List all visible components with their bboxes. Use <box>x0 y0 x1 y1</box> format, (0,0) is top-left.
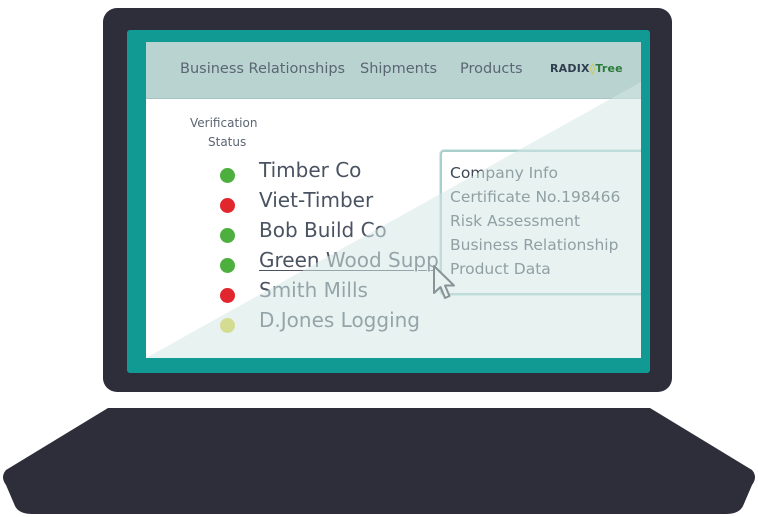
nav-products[interactable]: Products <box>460 61 523 77</box>
verification-status-label: Verification Status <box>190 114 257 152</box>
status-dot-icon <box>220 198 235 213</box>
supplier-name: Bob Build Co <box>259 218 387 242</box>
menu-item-risk-assessment[interactable]: Risk Assessment <box>450 212 580 230</box>
verification-label-line2: Status <box>208 135 247 149</box>
status-dot-icon <box>220 318 235 333</box>
nav-shipments[interactable]: Shipments <box>360 61 437 77</box>
status-dot-icon <box>220 288 235 303</box>
mouse-pointer-icon <box>433 265 455 299</box>
nav-business-relationships[interactable]: Business Relationships <box>180 61 345 77</box>
supplier-context-menu: Company Info Certificate No.198466 Risk … <box>440 150 641 295</box>
status-dot-icon <box>220 228 235 243</box>
supplier-name-link[interactable]: Green Wood Supp <box>259 248 439 272</box>
menu-item-company-info[interactable]: Company Info <box>450 164 558 182</box>
supplier-name: Smith Mills <box>259 278 368 302</box>
supplier-name: Timber Co <box>259 158 362 182</box>
app-screen: Business Relationships Shipments Product… <box>146 42 641 358</box>
logo-text-tree: Tree <box>595 62 623 75</box>
supplier-name: D.Jones Logging <box>259 308 420 332</box>
verification-label-line1: Verification <box>190 116 258 130</box>
supplier-name: Viet-Timber <box>259 188 374 212</box>
menu-item-certificate[interactable]: Certificate No.198466 <box>450 188 620 206</box>
top-nav-bar: Business Relationships Shipments Product… <box>146 42 641 99</box>
status-dot-icon <box>220 258 235 273</box>
menu-item-business-relationship[interactable]: Business Relationship <box>450 236 618 254</box>
radix-tree-logo[interactable]: RADIX◊Tree <box>550 62 623 75</box>
menu-item-product-data[interactable]: Product Data <box>450 260 551 278</box>
supplier-row-d-jones-logging[interactable]: D.Jones Logging <box>220 308 520 338</box>
status-dot-icon <box>220 168 235 183</box>
logo-text-radix: RADIX <box>550 62 590 75</box>
